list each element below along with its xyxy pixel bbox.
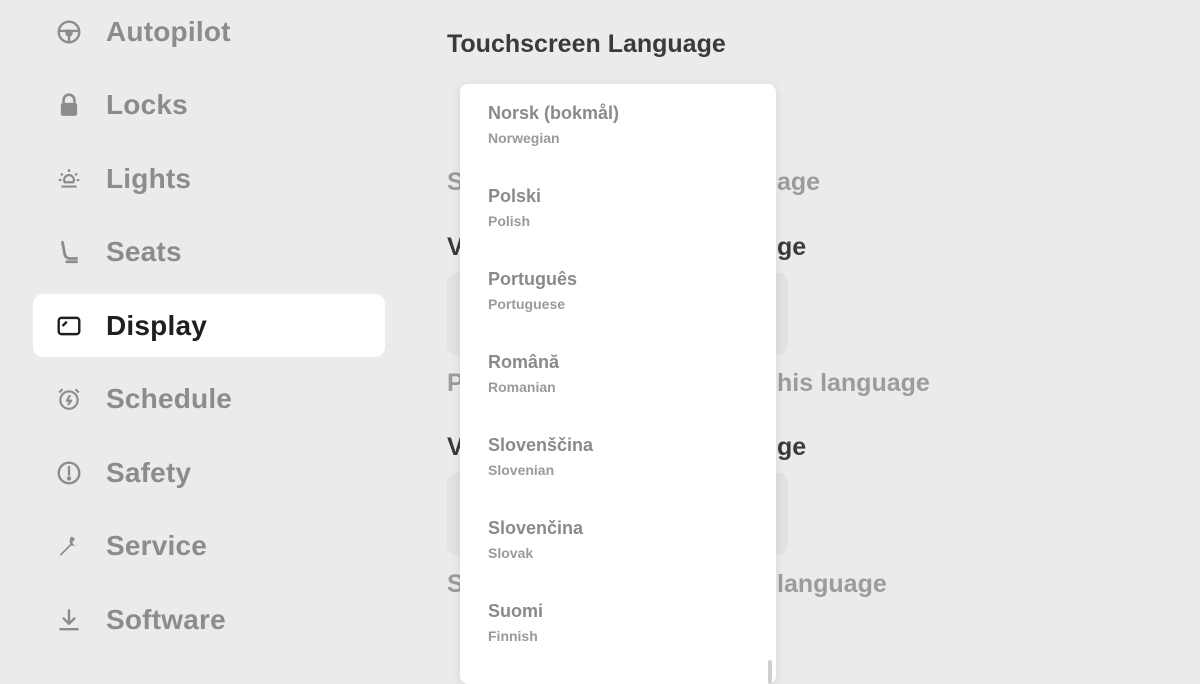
lock-icon [55, 91, 83, 119]
language-english-name: Slovenian [488, 462, 555, 478]
language-english-name: Norwegian [488, 130, 560, 146]
language-option[interactable]: Suomi Finnish [460, 582, 776, 665]
obscured-setting-text: his language [777, 369, 930, 397]
sidebar-item-schedule[interactable]: Schedule [33, 367, 385, 430]
obscured-heading: ge [777, 233, 807, 261]
language-english-name: Finnish [488, 628, 538, 644]
language-option[interactable]: Polski Polish [460, 167, 776, 250]
sidebar-item-label: Lights [106, 162, 192, 194]
language-option[interactable]: Română Romanian [460, 333, 776, 416]
dropdown-scrollbar[interactable] [768, 660, 772, 684]
language-native-name: Română [488, 352, 560, 372]
obscured-setting-text: language [777, 570, 887, 598]
sidebar-item-label: Display [106, 309, 207, 341]
sidebar-item-seats[interactable]: Seats [33, 220, 385, 283]
language-native-name: Slovenščina [488, 435, 594, 455]
sidebar-item-label: Seats [106, 235, 182, 267]
sidebar-item-locks[interactable]: Locks [33, 73, 385, 136]
language-option[interactable]: Português Portuguese [460, 250, 776, 333]
download-icon [55, 606, 83, 634]
steering-wheel-icon [55, 18, 83, 46]
sidebar-item-label: Autopilot [106, 15, 231, 47]
sidebar-item-label: Schedule [106, 382, 233, 414]
language-option[interactable]: Slovenčina Slovak [460, 499, 776, 582]
language-option[interactable]: Slovenščina Slovenian [460, 416, 776, 499]
sidebar: Autopilot Locks Lights Seats Display Sch… [0, 0, 400, 677]
language-native-name: Suomi [488, 601, 544, 621]
language-option[interactable]: Norsk (bokmål) Norwegian [460, 84, 776, 167]
seat-icon [55, 238, 83, 266]
language-english-name: Slovak [488, 545, 534, 561]
sidebar-item-autopilot[interactable]: Autopilot [33, 0, 385, 63]
obscured-setting-text: age [777, 168, 821, 196]
exclamation-circle-icon [55, 459, 83, 487]
wrench-icon [55, 532, 83, 560]
language-english-name: Romanian [488, 379, 556, 395]
sidebar-item-label: Software [106, 603, 226, 635]
language-dropdown[interactable]: Norsk (bokmål) Norwegian Polski Polish P… [460, 84, 776, 684]
sun-icon [55, 165, 83, 193]
alarm-clock-icon [55, 385, 83, 413]
sidebar-item-label: Locks [106, 88, 188, 120]
language-english-name: Portuguese [488, 296, 566, 312]
language-english-name: Polish [488, 213, 531, 229]
language-native-name: Polski [488, 186, 542, 206]
obscured-heading: ge [777, 433, 807, 461]
sidebar-item-safety[interactable]: Safety [33, 441, 385, 504]
sidebar-item-label: Service [106, 529, 208, 561]
sidebar-item-software[interactable]: Software [33, 588, 385, 651]
sidebar-item-service[interactable]: Service [33, 514, 385, 577]
language-native-name: Slovenčina [488, 518, 584, 538]
sidebar-item-lights[interactable]: Lights [33, 147, 385, 210]
language-native-name: Português [488, 269, 578, 289]
sidebar-item-label: Safety [106, 456, 192, 488]
display-icon [55, 312, 83, 340]
section-title: Touchscreen Language [447, 30, 726, 58]
language-native-name: Norsk (bokmål) [488, 103, 620, 123]
sidebar-item-display[interactable]: Display [33, 294, 385, 357]
